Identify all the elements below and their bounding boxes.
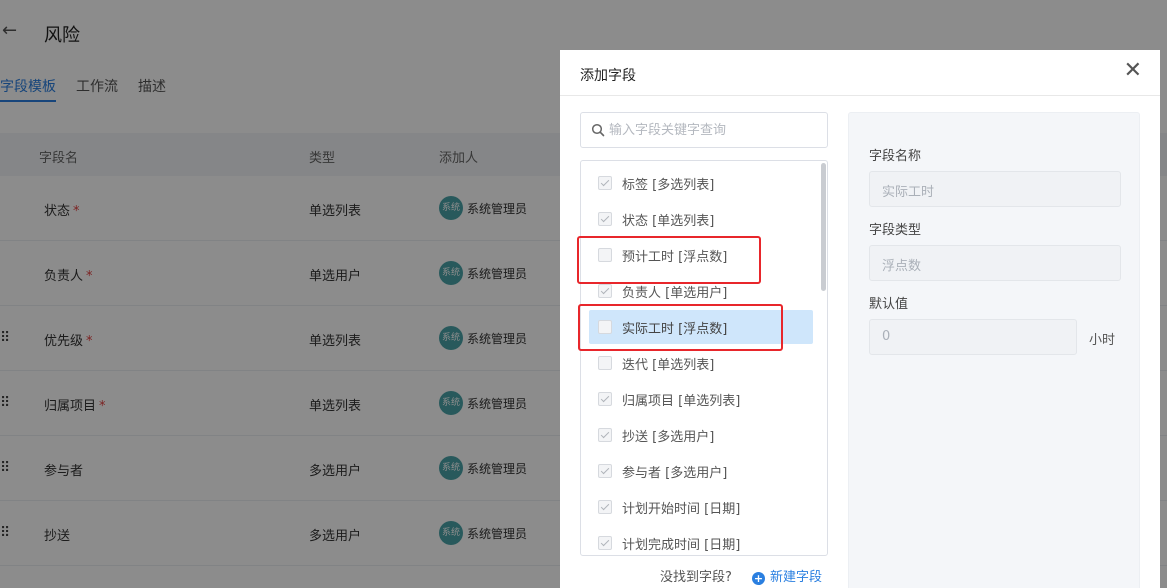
field-list-item[interactable]: 归属项目 [单选列表] xyxy=(589,382,813,416)
default-value-label: 默认值 xyxy=(869,297,909,312)
add-field-dialog: 添加字段 ✕ 标签 [多选列表]状态 [单选列表]预计工时 [浮点数]负责人 [… xyxy=(560,50,1160,588)
field-type-value: 浮点数 xyxy=(882,259,922,274)
field-item-label: 标签 [多选列表] xyxy=(622,178,715,193)
field-checkbox[interactable] xyxy=(598,176,612,190)
field-detail-panel: 字段名称 实际工时 字段类型 浮点数 默认值 0 小时 xyxy=(848,112,1140,588)
annotation-box-actual-hours xyxy=(578,304,783,351)
field-item-label: 抄送 [多选用户] xyxy=(622,430,715,445)
default-value-input[interactable]: 0 xyxy=(869,319,1077,355)
list-scrollbar[interactable] xyxy=(821,163,826,291)
dialog-title: 添加字段 xyxy=(580,68,636,84)
field-item-label: 负责人 [单选用户] xyxy=(622,286,728,301)
field-search-box xyxy=(580,112,828,148)
plus-circle-icon: + xyxy=(752,572,765,585)
search-icon xyxy=(591,123,605,137)
field-checkbox[interactable] xyxy=(598,356,612,370)
unit-label: 小时 xyxy=(1089,333,1116,348)
field-name-value: 实际工时 xyxy=(882,185,935,200)
new-field-button[interactable]: + 新建字段 xyxy=(752,566,822,585)
field-list-item[interactable]: 迭代 [单选列表] xyxy=(589,346,813,380)
default-value-text: 0 xyxy=(882,329,891,344)
field-name-label: 字段名称 xyxy=(869,149,922,164)
field-list-item[interactable]: 标签 [多选列表] xyxy=(589,166,813,200)
field-checkbox[interactable] xyxy=(598,500,612,514)
field-item-label: 计划完成时间 [日期] xyxy=(622,538,741,553)
field-type-label: 字段类型 xyxy=(869,223,922,238)
field-name-input[interactable]: 实际工时 xyxy=(869,171,1121,207)
field-checkbox[interactable] xyxy=(598,428,612,442)
field-item-label: 状态 [单选列表] xyxy=(622,214,715,229)
field-list-item[interactable]: 计划开始时间 [日期] xyxy=(589,490,813,524)
field-item-label: 迭代 [单选列表] xyxy=(622,358,715,373)
search-input[interactable] xyxy=(609,119,819,141)
close-icon[interactable]: ✕ xyxy=(1124,60,1142,82)
field-list-item[interactable]: 状态 [单选列表] xyxy=(589,202,813,236)
field-list-item[interactable]: 计划完成时间 [日期] xyxy=(589,526,813,555)
field-type-input[interactable]: 浮点数 xyxy=(869,245,1121,281)
field-item-label: 归属项目 [单选列表] xyxy=(622,394,741,409)
annotation-box-estimated-hours xyxy=(577,236,761,284)
divider xyxy=(560,95,1160,96)
field-checkbox[interactable] xyxy=(598,212,612,226)
field-list: 标签 [多选列表] 状态 [单选列表] 预计工时 [浮点数] 负责人 [单选用户] 实际… xyxy=(580,160,828,556)
field-item-label: 参与者 [多选用户] xyxy=(622,466,728,481)
field-checkbox[interactable] xyxy=(598,392,612,406)
field-checkbox[interactable] xyxy=(598,536,612,550)
not-found-text: 没找到字段? xyxy=(660,570,732,585)
field-list-item[interactable]: 抄送 [多选用户] xyxy=(589,418,813,452)
field-checkbox[interactable] xyxy=(598,464,612,478)
new-field-label: 新建字段 xyxy=(770,570,823,585)
field-checkbox[interactable] xyxy=(598,284,612,298)
field-item-label: 计划开始时间 [日期] xyxy=(622,502,741,517)
field-list-item[interactable]: 参与者 [多选用户] xyxy=(589,454,813,488)
